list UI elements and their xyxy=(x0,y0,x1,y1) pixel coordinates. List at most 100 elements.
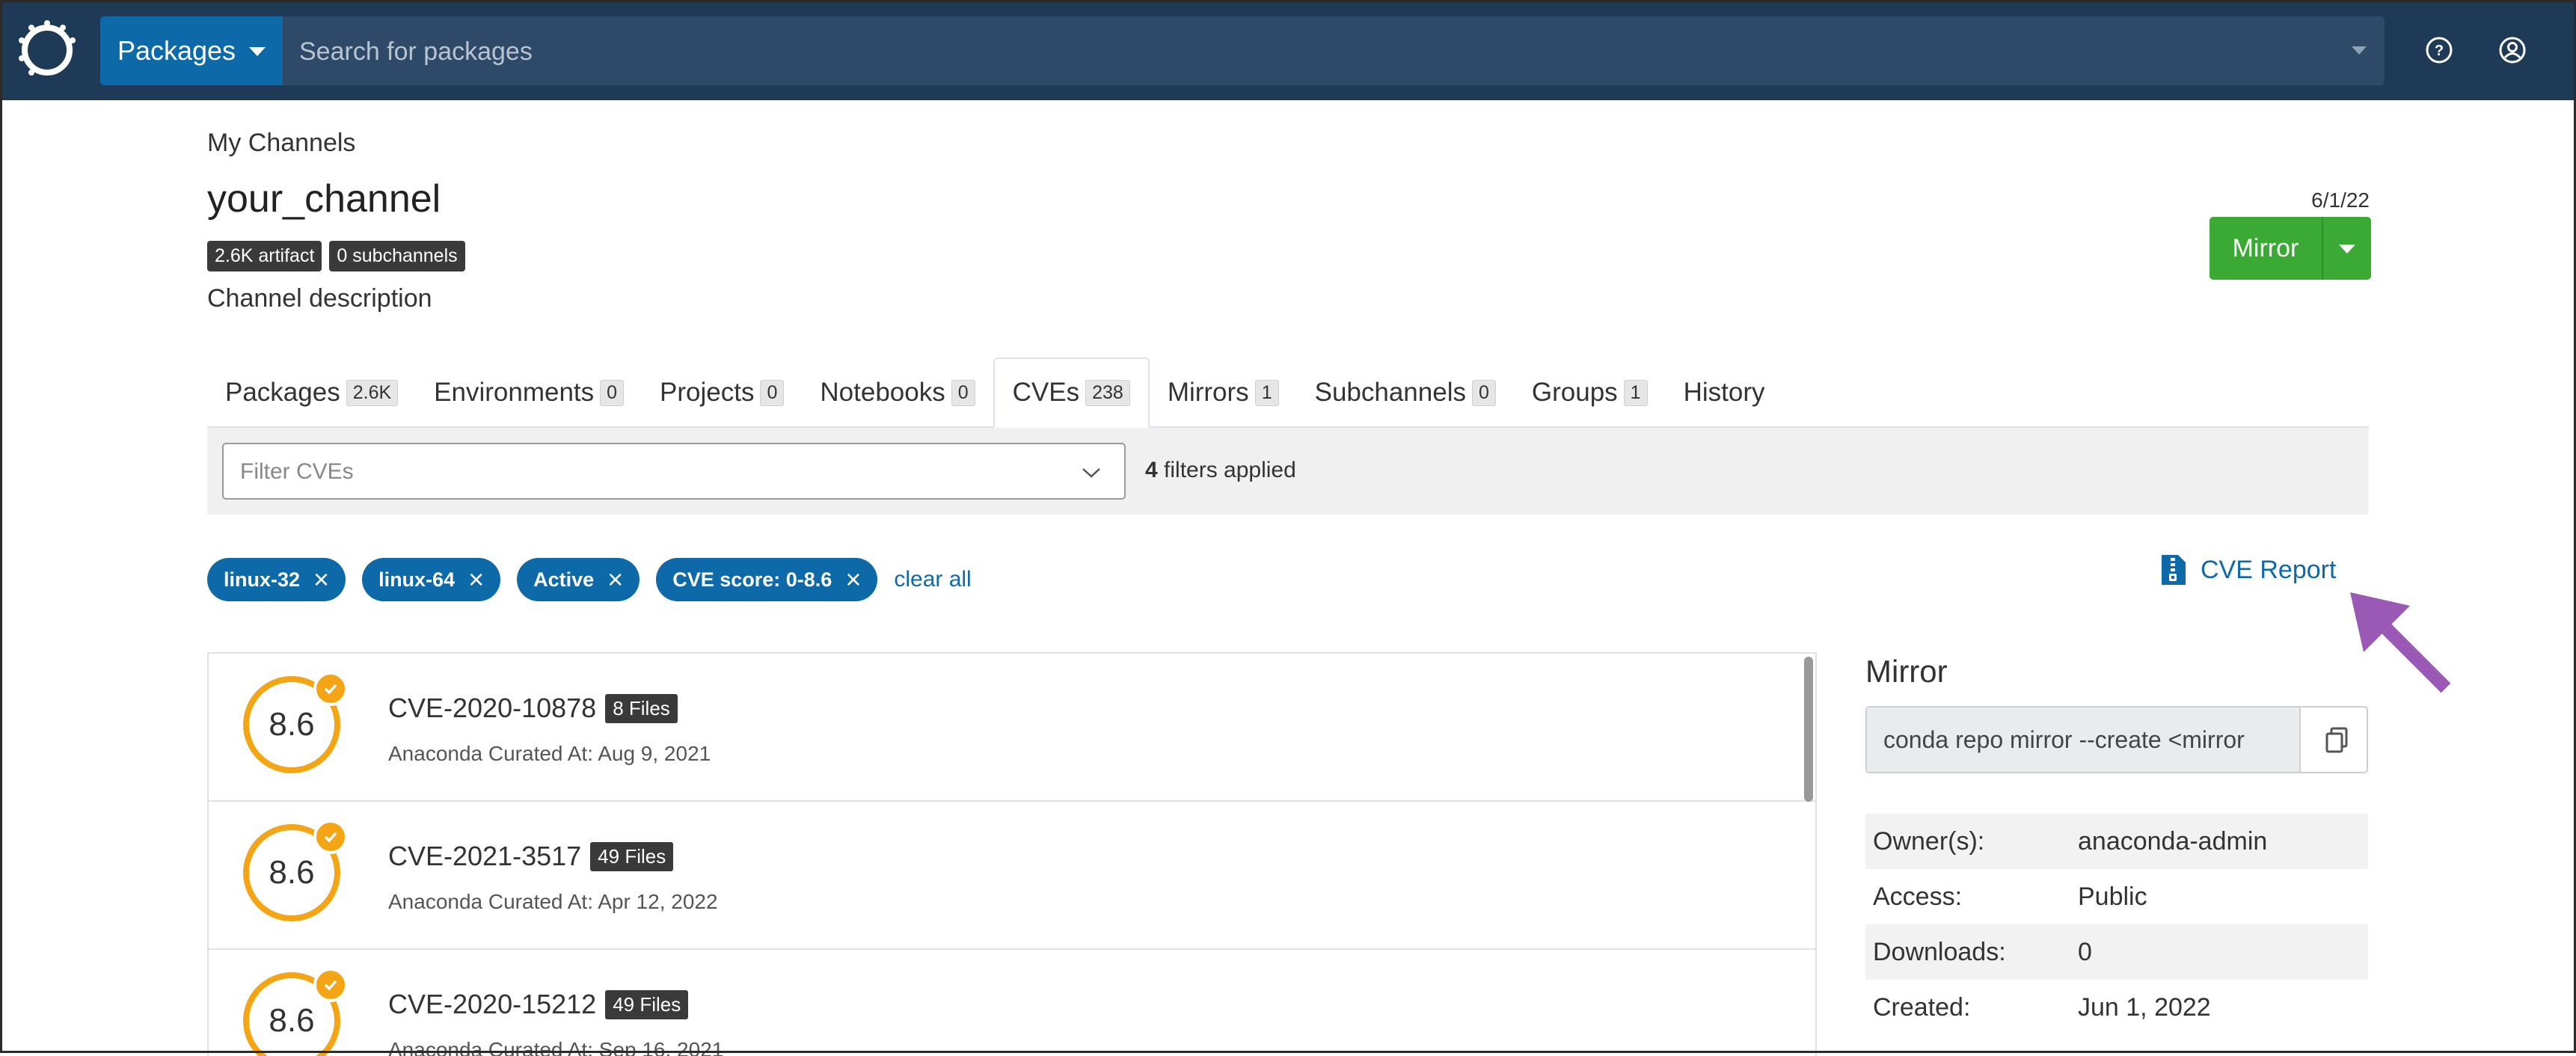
list-item[interactable]: 8.6 CVE-2021-3517 49 Files Anaconda Cura… xyxy=(209,802,1815,950)
active-filter-pills: linux-32 × linux-64 × Active × CVE score… xyxy=(207,558,972,601)
mirror-panel-title: Mirror xyxy=(1865,654,1948,689)
list-item[interactable]: 8.6 CVE-2020-15212 49 Files Anaconda Cur… xyxy=(209,950,1815,1056)
remove-filter-icon[interactable]: × xyxy=(607,566,623,593)
tab-count: 238 xyxy=(1085,379,1130,406)
tab-cves[interactable]: CVEs 238 xyxy=(993,357,1150,428)
tab-count: 1 xyxy=(1254,379,1279,406)
tab-count: 0 xyxy=(760,379,785,406)
tab-label: Subchannels xyxy=(1314,378,1466,407)
tab-count: 1 xyxy=(1623,379,1648,406)
help-icon[interactable]: ? xyxy=(2422,33,2456,67)
tab-environments[interactable]: Environments 0 xyxy=(416,359,642,426)
cve-id: CVE-2020-10878 8 Files xyxy=(388,693,678,724)
chevron-down-icon xyxy=(1082,468,1100,478)
user-account-icon[interactable] xyxy=(2495,33,2530,67)
cve-id: CVE-2020-15212 49 Files xyxy=(388,989,689,1020)
caret-down-icon xyxy=(249,47,266,56)
tab-label: Environments xyxy=(434,378,595,407)
search-input[interactable] xyxy=(298,16,2320,87)
filter-cves-select[interactable]: Filter CVEs xyxy=(222,443,1126,500)
tab-count: 2.6K xyxy=(346,379,399,406)
clear-all-link[interactable]: clear all xyxy=(894,567,971,592)
tab-label: CVEs xyxy=(1012,378,1080,407)
copy-icon[interactable] xyxy=(2323,725,2352,755)
zip-file-icon xyxy=(2162,555,2186,585)
tab-count: 0 xyxy=(1471,379,1496,406)
filter-pill-cve-score[interactable]: CVE score: 0-8.6 × xyxy=(656,558,878,601)
top-navbar: Packages ? xyxy=(0,0,2576,100)
files-count-badge: 8 Files xyxy=(605,693,678,723)
channel-date: 6/1/22 xyxy=(2311,188,2370,212)
cve-list-scrollbar[interactable] xyxy=(1804,657,1813,802)
check-icon xyxy=(313,968,348,1002)
tab-label: Notebooks xyxy=(820,378,945,407)
anaconda-logo-icon[interactable] xyxy=(16,19,78,81)
mirror-button[interactable]: Mirror xyxy=(2209,217,2322,280)
packages-dropdown-label: Packages xyxy=(117,35,236,66)
filter-cves-placeholder: Filter CVEs xyxy=(240,459,354,484)
tab-groups[interactable]: Groups 1 xyxy=(1514,359,1666,426)
list-item[interactable]: 8.6 CVE-2020-10878 8 Files Anaconda Cura… xyxy=(209,654,1815,802)
filter-pill-linux-32[interactable]: linux-32 × xyxy=(207,558,346,601)
mirror-dropdown-toggle[interactable] xyxy=(2322,217,2371,280)
tab-notebooks[interactable]: Notebooks 0 xyxy=(802,359,993,426)
tab-projects[interactable]: Projects 0 xyxy=(642,359,802,426)
mirror-command-box: conda repo mirror --create <mirror xyxy=(1865,706,2368,773)
channel-description: Channel description xyxy=(207,284,432,313)
filter-pill-linux-64[interactable]: linux-64 × xyxy=(362,558,501,601)
cve-list: 8.6 CVE-2020-10878 8 Files Anaconda Cura… xyxy=(207,652,1817,1056)
search-dropdown-caret-icon[interactable] xyxy=(2352,46,2367,55)
tab-label: History xyxy=(1683,378,1765,407)
svg-text:?: ? xyxy=(2435,43,2444,59)
filter-pill-active[interactable]: Active × xyxy=(517,558,640,601)
cve-id-link[interactable]: CVE-2020-10878 xyxy=(388,693,596,724)
tab-history[interactable]: History xyxy=(1666,359,1783,426)
filters-applied-label: filters applied xyxy=(1164,458,1296,482)
tab-label: Mirrors xyxy=(1167,378,1249,407)
channel-tabs: Packages 2.6K Environments 0 Projects 0 Not… xyxy=(207,357,2369,428)
annotation-arrow-icon xyxy=(2350,592,2451,693)
remove-filter-icon[interactable]: × xyxy=(845,566,861,593)
cve-report-link[interactable]: CVE Report xyxy=(2160,553,2336,586)
detail-row-created: Created: Jun 1, 2022 xyxy=(1865,980,2368,1035)
tab-subchannels[interactable]: Subchannels 0 xyxy=(1297,359,1514,426)
remove-filter-icon[interactable]: × xyxy=(313,566,329,593)
detail-row-access: Access: Public xyxy=(1865,869,2368,924)
curated-date: Anaconda Curated At: Apr 12, 2022 xyxy=(388,890,718,913)
detail-key: Created: xyxy=(1873,992,1971,1022)
tab-label: Packages xyxy=(225,378,340,407)
cve-report-label: CVE Report xyxy=(2201,555,2337,584)
detail-value: 0 xyxy=(2078,937,2092,966)
tab-count: 0 xyxy=(600,379,625,406)
channel-badges: 2.6K artifact 0 subchannels xyxy=(207,241,465,271)
tab-label: Projects xyxy=(660,378,755,407)
tab-label: Groups xyxy=(1531,378,1618,407)
packages-dropdown[interactable]: Packages xyxy=(100,16,283,85)
pill-label: linux-32 xyxy=(224,568,301,591)
tab-mirrors[interactable]: Mirrors 1 xyxy=(1150,359,1297,426)
page-title: your_channel xyxy=(207,177,441,221)
detail-value: anaconda-admin xyxy=(2078,826,2268,856)
tab-packages[interactable]: Packages 2.6K xyxy=(207,359,416,426)
pill-label: Active xyxy=(533,568,595,591)
files-count-badge: 49 Files xyxy=(590,841,674,871)
channel-details-table: Owner(s): anaconda-admin Access: Public … xyxy=(1865,814,2368,1035)
detail-row-owners: Owner(s): anaconda-admin xyxy=(1865,814,2368,869)
curated-date: Anaconda Curated At: Sep 16, 2021 xyxy=(388,1038,724,1056)
detail-value: Public xyxy=(2078,882,2147,911)
pill-label: CVE score: 0-8.6 xyxy=(672,568,832,591)
detail-key: Access: xyxy=(1873,882,1963,911)
remove-filter-icon[interactable]: × xyxy=(468,566,484,593)
filter-bar: Filter CVEs 4 filters applied xyxy=(207,428,2369,515)
detail-key: Downloads: xyxy=(1873,937,2006,966)
artifact-count-badge: 2.6K artifact xyxy=(207,241,322,271)
curated-date: Anaconda Curated At: Aug 9, 2021 xyxy=(388,742,711,765)
mirror-command-field[interactable]: conda repo mirror --create <mirror xyxy=(1867,707,2301,772)
search-bar xyxy=(283,16,2385,87)
cve-id-link[interactable]: CVE-2020-15212 xyxy=(388,989,596,1020)
detail-value: Jun 1, 2022 xyxy=(2078,992,2211,1022)
subchannel-count-badge: 0 subchannels xyxy=(329,241,465,271)
breadcrumb-my-channels[interactable]: My Channels xyxy=(207,129,355,158)
cve-id: CVE-2021-3517 49 Files xyxy=(388,841,674,872)
cve-id-link[interactable]: CVE-2021-3517 xyxy=(388,841,581,872)
